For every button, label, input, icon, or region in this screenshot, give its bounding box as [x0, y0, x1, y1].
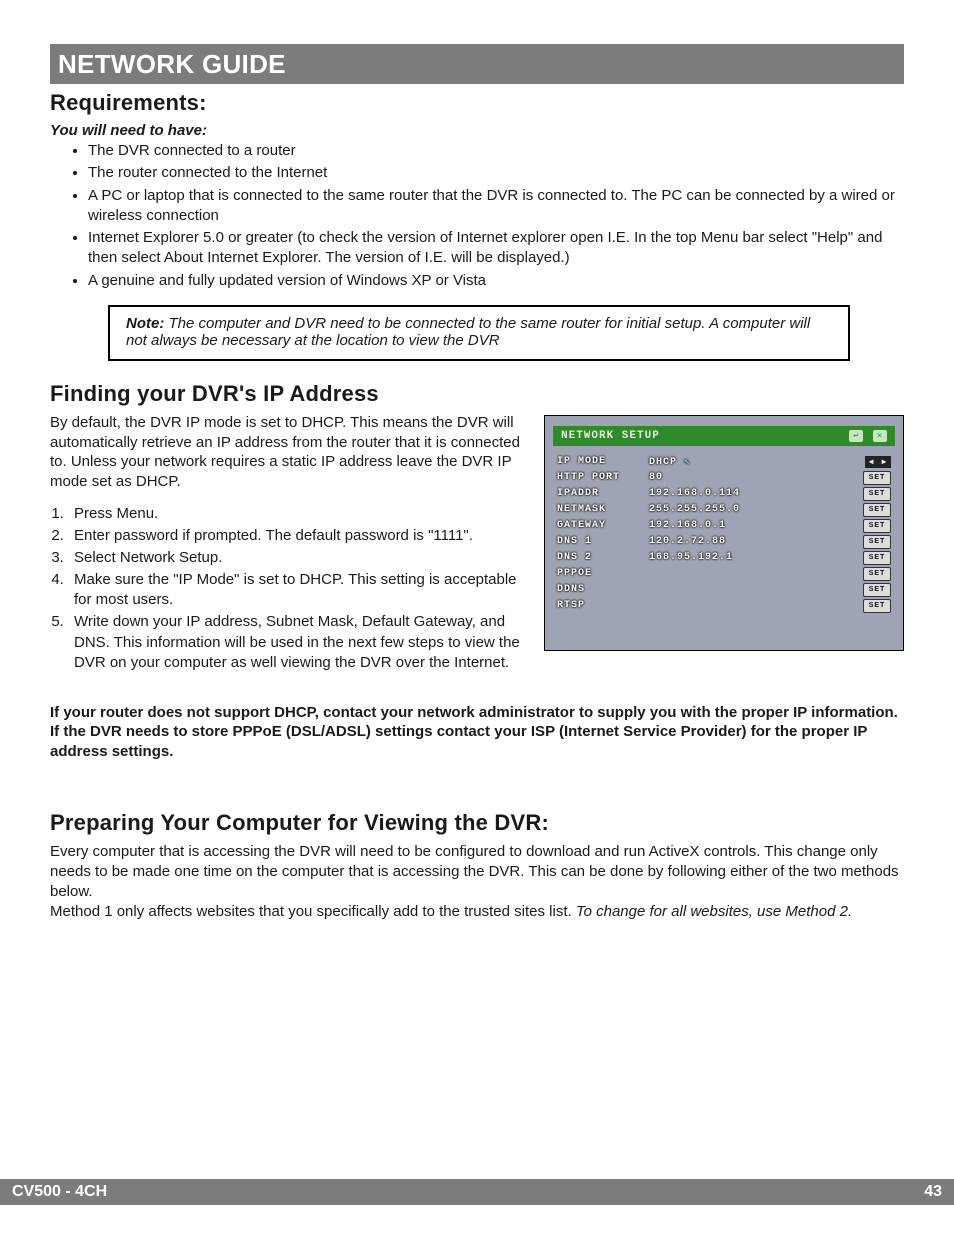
preparing-p1: Every computer that is accessing the DVR… [50, 842, 904, 902]
note-text: The computer and DVR need to be connecte… [126, 315, 810, 349]
left-arrow-icon: ◀ [865, 456, 878, 468]
list-item: The router connected to the Internet [88, 163, 904, 183]
row-ddns: DDNS SET [557, 582, 891, 598]
set-button: SET [863, 471, 891, 485]
row-netmask: NETMASK 255.255.255.0 SET [557, 502, 891, 518]
set-button: SET [863, 519, 891, 533]
list-item: Write down your IP address, Subnet Mask,… [68, 612, 526, 672]
row-http-port: HTTP PORT 80 SET [557, 470, 891, 486]
row-value: 168.95.192.1 [649, 552, 859, 563]
row-label: GATEWAY [557, 520, 645, 531]
list-item: Press Menu. [68, 504, 526, 524]
arrows-control: ◀▶ [865, 456, 891, 468]
preparing-p2a: Method 1 only affects websites that you … [50, 903, 576, 920]
set-button: SET [863, 487, 891, 501]
row-value: 192.168.0.114 [649, 488, 859, 499]
preparing-heading: Preparing Your Computer for Viewing the … [50, 810, 904, 836]
row-ipaddr: IPADDR 192.168.0.114 SET [557, 486, 891, 502]
list-item: A PC or laptop that is connected to the … [88, 186, 904, 227]
row-dns2: DNS 2 168.95.192.1 SET [557, 550, 891, 566]
footer-model: CV500 - 4CH [12, 1183, 107, 1201]
set-button: SET [863, 551, 891, 565]
row-label: NETMASK [557, 504, 645, 515]
screenshot-rows: IP MODE DHCP ↖ ◀▶ HTTP PORT 80 SET IPADDR 1… [553, 454, 895, 614]
note-label: Note: [126, 315, 169, 332]
note-box: Note: The computer and DVR need to be co… [108, 305, 850, 361]
row-value: DHCP ↖ [649, 456, 861, 468]
screenshot-title: NETWORK SETUP [561, 430, 660, 442]
row-value: 192.168.0.1 [649, 520, 859, 531]
cursor-icon: ↖ [684, 457, 691, 468]
finding-left-col: By default, the DVR IP mode is set to DH… [50, 413, 526, 685]
row-gateway: GATEWAY 192.168.0.1 SET [557, 518, 891, 534]
network-setup-screenshot: NETWORK SETUP ↩ ✕ IP MODE DHCP ↖ ◀▶ HTTP… [544, 415, 904, 651]
page-footer: CV500 - 4CH 43 [0, 1179, 954, 1205]
row-value: 120.2.72.88 [649, 536, 859, 547]
row-label: DNS 2 [557, 552, 645, 563]
finding-heading: Finding your DVR's IP Address [50, 381, 904, 407]
requirements-heading: Requirements: [50, 90, 904, 116]
requirements-list: The DVR connected to a router The router… [88, 141, 904, 291]
router-note: If your router does not support DHCP, co… [50, 703, 904, 762]
row-pppoe: PPPOE SET [557, 566, 891, 582]
close-icon: ✕ [873, 430, 887, 442]
right-arrow-icon: ▶ [878, 456, 891, 468]
list-item: Make sure the "IP Mode" is set to DHCP. … [68, 570, 526, 610]
preparing-p2b: To change for all websites, use Method 2… [576, 903, 852, 920]
row-label: PPPOE [557, 568, 645, 579]
page-header: NETWORK GUIDE [50, 44, 904, 84]
row-label: HTTP PORT [557, 472, 645, 483]
row-label: DNS 1 [557, 536, 645, 547]
row-value: 255.255.255.0 [649, 504, 859, 515]
row-dns1: DNS 1 120.2.72.88 SET [557, 534, 891, 550]
row-ip-mode: IP MODE DHCP ↖ ◀▶ [557, 454, 891, 470]
list-item: Enter password if prompted. The default … [68, 526, 526, 546]
titlebar-icons: ↩ ✕ [847, 430, 887, 442]
row-label: IPADDR [557, 488, 645, 499]
row-label: RTSP [557, 600, 645, 611]
row-rtsp: RTSP SET [557, 598, 891, 614]
set-button: SET [863, 583, 891, 597]
finding-steps: Press Menu. Enter password if prompted. … [68, 504, 526, 673]
set-button: SET [863, 535, 891, 549]
set-button: SET [863, 599, 891, 613]
list-item: A genuine and fully updated version of W… [88, 271, 904, 291]
row-value: 80 [649, 472, 859, 483]
list-item: Internet Explorer 5.0 or greater (to che… [88, 228, 904, 269]
page: NETWORK GUIDE Requirements: You will nee… [0, 0, 954, 1235]
back-icon: ↩ [849, 430, 863, 442]
finding-section: By default, the DVR IP mode is set to DH… [50, 413, 904, 685]
preparing-p2: Method 1 only affects websites that you … [50, 902, 904, 922]
set-button: SET [863, 567, 891, 581]
set-button: SET [863, 503, 891, 517]
row-label: DDNS [557, 584, 645, 595]
list-item: Select Network Setup. [68, 548, 526, 568]
row-label: IP MODE [557, 456, 645, 467]
finding-intro: By default, the DVR IP mode is set to DH… [50, 413, 526, 492]
footer-page: 43 [924, 1183, 942, 1201]
screenshot-titlebar: NETWORK SETUP ↩ ✕ [553, 426, 895, 446]
list-item: The DVR connected to a router [88, 141, 904, 161]
requirements-need: You will need to have: [50, 122, 904, 139]
